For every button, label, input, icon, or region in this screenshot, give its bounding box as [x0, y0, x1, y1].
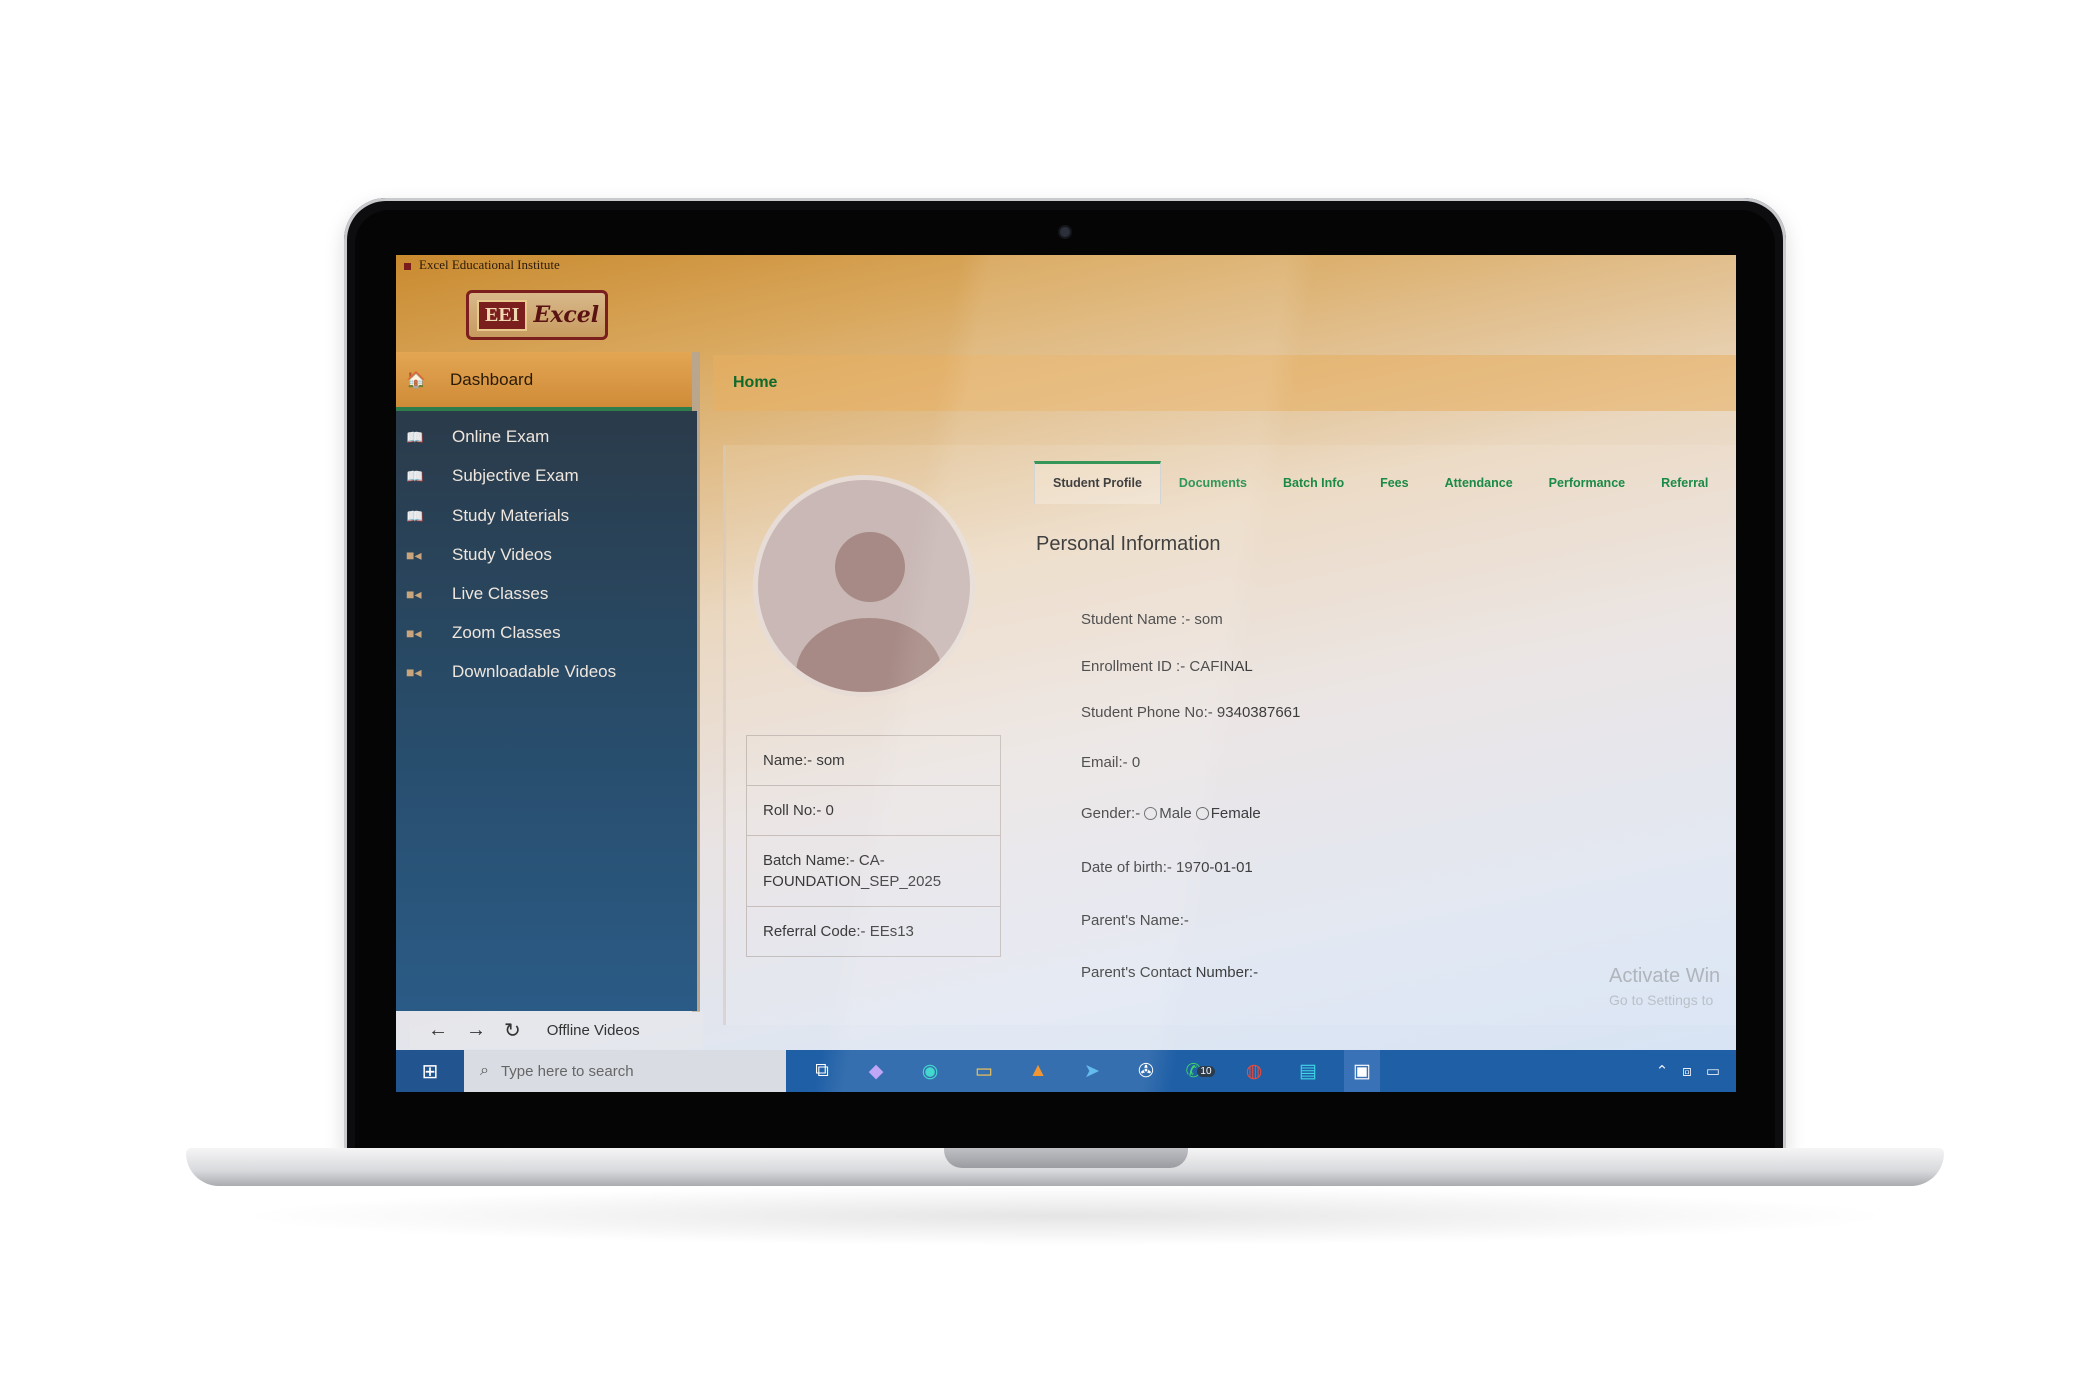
- activation-watermark: Activate Win: [1609, 965, 1721, 987]
- book-icon: 📖: [406, 507, 424, 524]
- laptop-notch: [944, 1148, 1188, 1168]
- video-camera-icon: ■◂: [406, 585, 422, 602]
- logo-monogram: EEI: [477, 299, 528, 331]
- network-icon[interactable]: ⧈: [1682, 1063, 1692, 1080]
- offline-videos-link[interactable]: Offline Videos: [547, 1022, 640, 1039]
- window-titlebar: Excel Educational Institute: [396, 255, 1736, 275]
- gender-field: Gender:- Male Female: [1081, 805, 1261, 822]
- summary-batch: Batch Name:- CA-FOUNDATION_SEP_2025: [747, 836, 1000, 907]
- edge-browser-icon[interactable]: ◉: [912, 1050, 948, 1092]
- sidebar-item-label: Downloadable Videos: [452, 662, 617, 681]
- sidebar: 📖 Online Exam 📖 Subjective Exam 📖 Study …: [396, 411, 697, 1011]
- media-app-icon[interactable]: ✇: [1128, 1050, 1164, 1092]
- sidebar-item-label: Zoom Classes: [452, 623, 561, 642]
- radio-female-label: Female: [1210, 805, 1261, 822]
- enrollment-id-field: Enrollment ID :- CAFINAL: [1081, 658, 1253, 675]
- institute-logo: EEI Excel: [466, 290, 608, 340]
- radio-male[interactable]: [1144, 806, 1158, 820]
- breadcrumb-home-link[interactable]: Home: [733, 374, 777, 392]
- taskbar: ⊞ ⌕ Type here to search ⧉ ◆ ◉ ▭ ▲ ➤ ✇ ✆ 1…: [396, 1050, 1736, 1092]
- tab-batch-info[interactable]: Batch Info: [1265, 476, 1362, 504]
- parent-name-field: Parent's Name:-: [1081, 912, 1189, 929]
- student-name-field: Student Name :- som: [1081, 611, 1223, 628]
- app-icon: [404, 262, 411, 270]
- system-tray: ⌃ ⧈ ▭: [1656, 1050, 1720, 1092]
- summary-name: Name:- som: [747, 736, 1000, 786]
- webcam-icon: [1060, 227, 1070, 237]
- radio-female[interactable]: [1195, 806, 1209, 820]
- activation-watermark-sub: Go to Settings to: [1609, 992, 1714, 1008]
- section-title: Personal Information: [1036, 533, 1221, 555]
- copilot-icon[interactable]: ◆: [858, 1050, 894, 1092]
- refresh-icon[interactable]: ↻: [504, 1018, 521, 1043]
- tab-referral[interactable]: Referral: [1643, 476, 1726, 504]
- whatsapp-badge: 10: [1197, 1065, 1215, 1077]
- summary-roll: Roll No:- 0: [747, 786, 1000, 836]
- search-placeholder: Type here to search: [500, 1062, 634, 1080]
- tab-fees[interactable]: Fees: [1362, 476, 1427, 504]
- tab-student-profile[interactable]: Student Profile: [1034, 461, 1161, 504]
- email-field: Email:- 0: [1081, 754, 1141, 771]
- dob-field: Date of birth:- 1970-01-01: [1081, 859, 1253, 876]
- chevron-up-icon[interactable]: ⌃: [1656, 1062, 1669, 1080]
- screen: Excel Educational Institute EEI Excel 🏠 …: [396, 255, 1736, 1092]
- windows-start-icon[interactable]: ⊞: [396, 1050, 464, 1092]
- notification-icon[interactable]: ▭: [1706, 1062, 1720, 1080]
- stock-app-icon[interactable]: ▤: [1290, 1050, 1326, 1092]
- vlc-icon[interactable]: ▲: [1020, 1050, 1056, 1092]
- sidebar-item-label: Live Classes: [452, 584, 549, 603]
- taskbar-search-box[interactable]: ⌕ Type here to search: [464, 1050, 786, 1092]
- browser-nav: ← → ↻ Offline Videos: [410, 1011, 703, 1049]
- search-icon: ⌕: [480, 1062, 489, 1079]
- window-title: Excel Educational Institute: [419, 257, 560, 272]
- phone-field: Student Phone No:- 9340387661: [1081, 704, 1301, 721]
- file-explorer-icon[interactable]: ▭: [966, 1050, 1002, 1092]
- telegram-icon[interactable]: ➤: [1074, 1050, 1110, 1092]
- tab-documents[interactable]: Documents: [1161, 476, 1265, 504]
- active-window-icon[interactable]: ▣: [1344, 1050, 1380, 1092]
- sidebar-item-downloadable-videos[interactable]: ■◂ Downloadable Videos: [396, 646, 696, 698]
- sidebar-item-label: Online Exam: [452, 427, 550, 446]
- book-icon: 📖: [406, 467, 424, 484]
- whatsapp-icon[interactable]: ✆ 10: [1182, 1050, 1218, 1092]
- sidebar-item-label: Subjective Exam: [452, 466, 579, 485]
- sidebar-item-label: Study Materials: [452, 506, 570, 525]
- sidebar-item-label: Study Videos: [452, 545, 552, 564]
- summary-referral: Referral Code:- EEs13: [763, 923, 914, 940]
- chrome-icon[interactable]: ◍: [1236, 1050, 1272, 1092]
- sidebar-item-dashboard[interactable]: 🏠 Dashboard: [396, 352, 693, 411]
- avatar-body: [796, 618, 942, 692]
- back-arrow-icon[interactable]: ←: [428, 1019, 448, 1042]
- avatar-head: [835, 532, 905, 602]
- logo-wordmark: Excel: [533, 302, 600, 328]
- laptop-shadow: [230, 1186, 1900, 1246]
- tab-performance[interactable]: Performance: [1531, 476, 1643, 504]
- video-camera-icon: ■◂: [406, 546, 422, 563]
- home-icon: 🏠: [406, 371, 426, 389]
- parent-contact-field: Parent's Contact Number:-: [1081, 964, 1259, 981]
- avatar: [753, 475, 975, 697]
- radio-male-label: Male: [1159, 805, 1192, 822]
- breadcrumb: Home: [713, 355, 1736, 411]
- profile-tabs: Student Profile Documents Batch Info Fee…: [1034, 461, 1726, 504]
- tab-attendance[interactable]: Attendance: [1427, 476, 1531, 504]
- task-view-icon[interactable]: ⧉: [804, 1050, 840, 1092]
- sidebar-item-label: Dashboard: [450, 369, 534, 389]
- forward-arrow-icon[interactable]: →: [466, 1019, 486, 1042]
- video-camera-icon: ■◂: [406, 663, 422, 680]
- video-camera-icon: ■◂: [406, 624, 422, 641]
- gender-label: Gender:-: [1081, 805, 1141, 822]
- profile-summary-table: Name:- som Roll No:- 0 Batch Name:- CA-F…: [746, 735, 1001, 957]
- book-icon: 📖: [406, 428, 424, 445]
